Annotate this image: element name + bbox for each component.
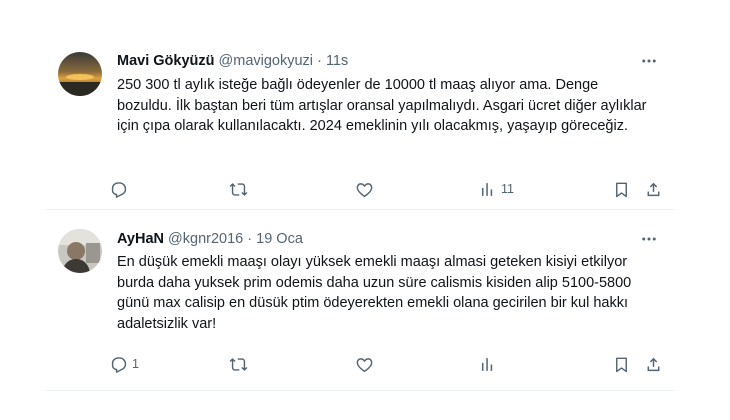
author-name[interactable]: Mavi Gökyüzü — [117, 53, 215, 69]
retweet-button[interactable] — [229, 176, 252, 202]
reply-icon — [111, 356, 127, 373]
reply-button[interactable]: 1 — [109, 351, 139, 377]
separator-dot: · — [247, 231, 253, 247]
share-icon — [647, 357, 660, 371]
like-button[interactable] — [355, 351, 378, 377]
tweet-time[interactable]: 19 Oca — [256, 231, 303, 247]
more-icon[interactable] — [637, 227, 661, 251]
retweet-button[interactable] — [229, 351, 252, 377]
reply-count: 1 — [132, 357, 139, 371]
tweet-text: 250 300 tl aylık isteğe bağlı ödeyenler … — [117, 77, 647, 134]
share-button[interactable] — [644, 176, 663, 202]
more-icon[interactable] — [637, 49, 661, 73]
share-icon — [647, 182, 660, 196]
tweet-time[interactable]: 11s — [326, 53, 348, 69]
heart-icon — [356, 357, 373, 372]
bookmark-icon — [616, 182, 627, 197]
reply-icon — [111, 181, 127, 198]
tweet-actions: 11 — [109, 176, 667, 202]
avatar[interactable] — [58, 52, 102, 96]
tweet[interactable]: Mavi Gökyüzü @mavigokyuzi · 11s 250 300 … — [45, 36, 675, 210]
tweet[interactable]: AyHaN @kgnr2016 · 19 Oca En düşük emekli… — [45, 211, 675, 391]
retweet-icon — [229, 182, 248, 196]
heart-icon — [356, 182, 373, 197]
tweet-header: AyHaN @kgnr2016 · 19 Oca — [117, 229, 661, 249]
bookmark-button[interactable] — [612, 351, 631, 377]
reply-button[interactable] — [109, 176, 132, 202]
bookmark-button[interactable] — [612, 176, 631, 202]
author-name[interactable]: AyHaN — [117, 231, 164, 247]
author-handle[interactable]: @kgnr2016 — [168, 231, 243, 247]
avatar-person-image — [58, 229, 102, 273]
tweet-text: En düşük emekli maaşı olayı yüksek emekl… — [117, 254, 632, 332]
share-button[interactable] — [644, 351, 663, 377]
views-button[interactable]: 11 — [478, 176, 514, 202]
avatar[interactable] — [58, 229, 102, 273]
views-icon — [481, 182, 493, 196]
tweet-actions: 1 — [109, 351, 667, 377]
like-button[interactable] — [355, 176, 378, 202]
bookmark-icon — [616, 357, 627, 372]
author-handle[interactable]: @mavigokyuzi — [219, 53, 314, 69]
views-count: 11 — [501, 182, 514, 196]
views-button[interactable] — [478, 351, 501, 377]
views-icon — [481, 357, 493, 371]
avatar-sunset-image — [58, 52, 102, 96]
retweet-icon — [229, 357, 248, 371]
separator-dot: · — [317, 53, 322, 69]
tweet-header: Mavi Gökyüzü @mavigokyuzi · 11s — [117, 51, 661, 71]
